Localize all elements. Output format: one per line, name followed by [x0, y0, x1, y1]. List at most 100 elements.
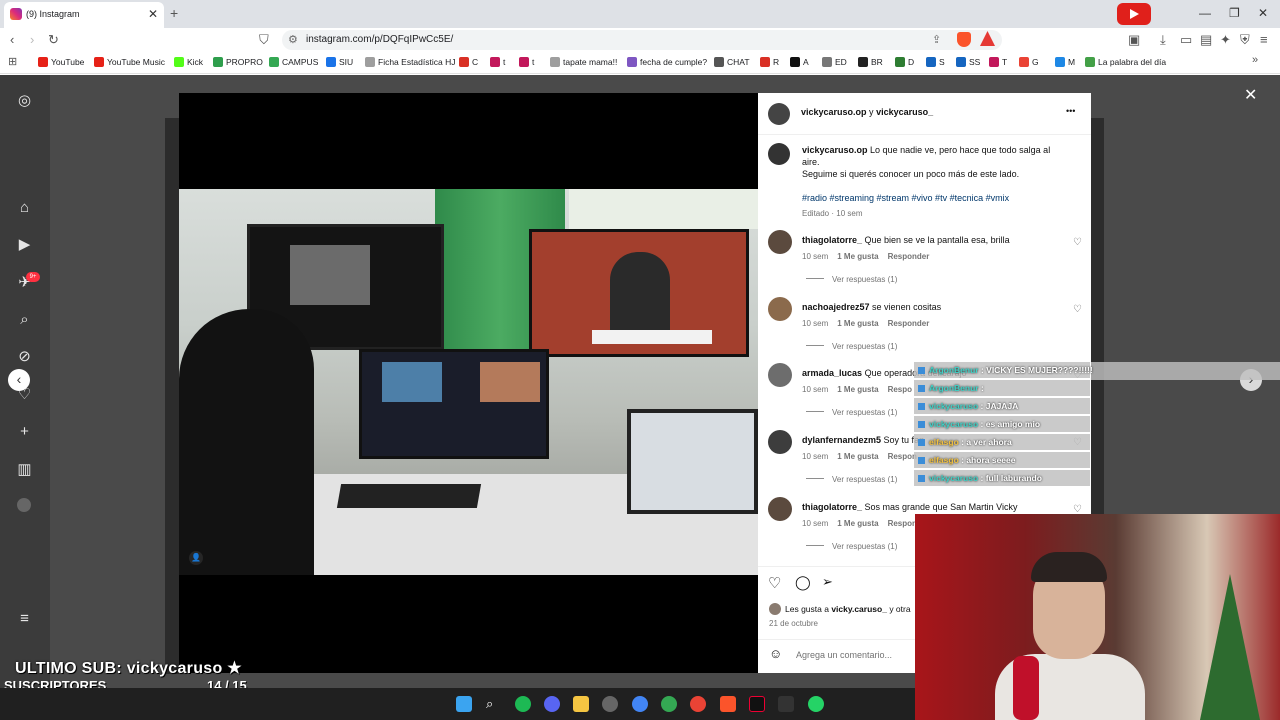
tiktok-icon[interactable] [749, 696, 765, 712]
comment-reply[interactable]: Respon [888, 452, 917, 461]
comment-likes[interactable]: 1 Me gusta [837, 519, 878, 528]
bookmark-item[interactable]: t [519, 57, 534, 67]
tab-close-button[interactable]: ✕ [148, 7, 158, 21]
sidebar-icon[interactable]: ▣ [1128, 32, 1140, 48]
bookmark-item[interactable]: A [790, 57, 809, 67]
view-replies-button[interactable]: Ver respuestas (1) [806, 542, 897, 551]
comment-avatar[interactable] [768, 230, 792, 254]
bookmark-item[interactable]: PROPRO [213, 57, 263, 67]
tagged-user-icon[interactable]: 👤 [189, 551, 203, 565]
bookmark-item[interactable]: CHAT [714, 57, 750, 67]
spotify-icon[interactable] [515, 696, 531, 712]
back-icon[interactable]: ‹ [10, 32, 14, 47]
windows-start-icon[interactable] [456, 696, 472, 712]
vpn-icon[interactable]: ⛨ [1240, 32, 1250, 48]
view-replies-button[interactable]: Ver respuestas (1) [806, 275, 897, 284]
instagram-logo-icon[interactable]: ◎ [16, 92, 33, 109]
bookmark-item[interactable]: Kick [174, 57, 203, 67]
bookmark-item[interactable]: tapate mama!! [550, 57, 617, 67]
bookmark-item[interactable]: t [490, 57, 505, 67]
menu-icon[interactable]: ≡ [1260, 32, 1268, 47]
bookmark-item[interactable]: R [760, 57, 779, 67]
reading-list-icon[interactable]: ▭ [1180, 32, 1192, 48]
url-field[interactable]: ⚙ instagram.com/p/DQFqIPwCc5E/ ⇪ [282, 30, 1002, 50]
like-heart-icon[interactable]: ♡ [768, 574, 781, 592]
chrome-icon[interactable] [632, 696, 648, 712]
comment-user[interactable]: dylanfernandezm5 [802, 435, 881, 445]
site-info-icon[interactable]: ⚙ [288, 33, 298, 46]
obs-icon[interactable] [602, 696, 618, 712]
comment-avatar[interactable] [768, 430, 792, 454]
whatsapp-icon[interactable] [808, 696, 824, 712]
bookmark-item[interactable]: SS [956, 57, 980, 67]
bookmark-item[interactable]: YouTube [38, 57, 84, 67]
epic-games-icon[interactable] [778, 696, 794, 712]
chrome-profile-3-icon[interactable] [690, 696, 706, 712]
comment-reply[interactable]: Responder [888, 319, 930, 328]
brave-shield-icon[interactable] [957, 32, 971, 47]
bookmark-item[interactable]: fecha de cumple? [627, 57, 707, 67]
comment-icon[interactable]: ◯ [795, 574, 811, 591]
restore-icon[interactable]: ❐ [1229, 6, 1240, 20]
bookmark-item[interactable]: T [989, 57, 1007, 67]
add-comment-input[interactable]: Agrega un comentario... [796, 650, 892, 660]
wallet-icon[interactable]: ▤ [1200, 32, 1212, 48]
post-photo[interactable] [179, 189, 758, 575]
apps-grid-icon[interactable]: ⊞ [8, 55, 17, 68]
reload-icon[interactable]: ↻ [48, 32, 59, 48]
leo-ai-icon[interactable]: ✦ [1220, 32, 1231, 48]
comment-likes[interactable]: 1 Me gusta [837, 452, 878, 461]
window-close-icon[interactable]: ✕ [1258, 6, 1268, 20]
forward-icon[interactable]: › [30, 32, 34, 47]
bookmark-item[interactable]: SIU [326, 57, 353, 67]
comment-like-icon[interactable]: ♡ [1073, 304, 1082, 315]
home-icon[interactable]: ⌂ [16, 199, 33, 216]
view-replies-button[interactable]: Ver respuestas (1) [806, 408, 897, 417]
reels-icon[interactable]: ▶ [16, 236, 33, 253]
close-modal-button[interactable]: ✕ [1244, 85, 1257, 105]
bookmark-item[interactable]: YouTube Music [94, 57, 165, 67]
more-menu-icon[interactable]: ≡ [16, 610, 33, 627]
brave-taskbar-icon[interactable] [720, 696, 736, 712]
comment-likes[interactable]: 1 Me gusta [837, 252, 878, 261]
new-tab-button[interactable]: + [170, 5, 178, 21]
more-options-icon[interactable]: ••• [1066, 106, 1075, 116]
emoji-icon[interactable]: ☺ [769, 646, 782, 661]
file-explorer-icon[interactable] [573, 696, 589, 712]
more-bookmarks-icon[interactable]: » [1252, 54, 1258, 66]
bookmark-item[interactable]: S [926, 57, 945, 67]
create-plus-icon[interactable]: + [16, 423, 33, 440]
share-icon[interactable]: ⇪ [932, 33, 941, 46]
taskbar-search-icon[interactable]: ⌕ [486, 696, 502, 712]
previous-post-button[interactable]: ‹ [8, 369, 30, 391]
header-avatar[interactable] [768, 103, 790, 125]
browser-tab-instagram[interactable]: (9) Instagram ✕ [4, 2, 164, 28]
bookmark-item[interactable]: M [1055, 57, 1075, 67]
explore-icon[interactable]: ⊘ [16, 348, 33, 365]
comment-avatar[interactable] [768, 497, 792, 521]
comment-avatar[interactable] [768, 297, 792, 321]
comment-reply[interactable]: Responder [888, 252, 930, 261]
youtube-extension-icon[interactable] [1117, 3, 1151, 25]
comment-user[interactable]: thiagolatorre_ [802, 235, 862, 245]
liked-by-user[interactable]: vicky.caruso_ [831, 604, 887, 614]
bookmark-item[interactable]: ED [822, 57, 847, 67]
bookmark-item[interactable]: G [1019, 57, 1039, 67]
comment-likes[interactable]: 1 Me gusta [837, 385, 878, 394]
chrome-profile-2-icon[interactable] [661, 696, 677, 712]
bookmark-item[interactable]: Ficha Estadística HJ [365, 57, 455, 67]
bookmark-item[interactable]: La palabra del día [1085, 57, 1166, 67]
share-paper-plane-icon[interactable]: ➢ [822, 574, 833, 590]
comment-avatar[interactable] [768, 363, 792, 387]
bookmark-icon[interactable]: ⛉ [259, 32, 269, 48]
header-user-2[interactable]: vickycaruso_ [876, 107, 933, 117]
caption-user[interactable]: vickycaruso.op [802, 145, 868, 155]
bookmark-item[interactable]: C [459, 57, 478, 67]
bookmark-item[interactable]: CAMPUS [269, 57, 318, 67]
bookmark-item[interactable]: D [895, 57, 914, 67]
dashboard-icon[interactable]: ▥ [16, 461, 33, 478]
search-icon[interactable]: ⌕ [16, 311, 33, 328]
header-user-1[interactable]: vickycaruso.op [801, 107, 867, 117]
comment-like-icon[interactable]: ♡ [1073, 237, 1082, 248]
downloads-icon[interactable]: ⤓ [1160, 32, 1166, 48]
